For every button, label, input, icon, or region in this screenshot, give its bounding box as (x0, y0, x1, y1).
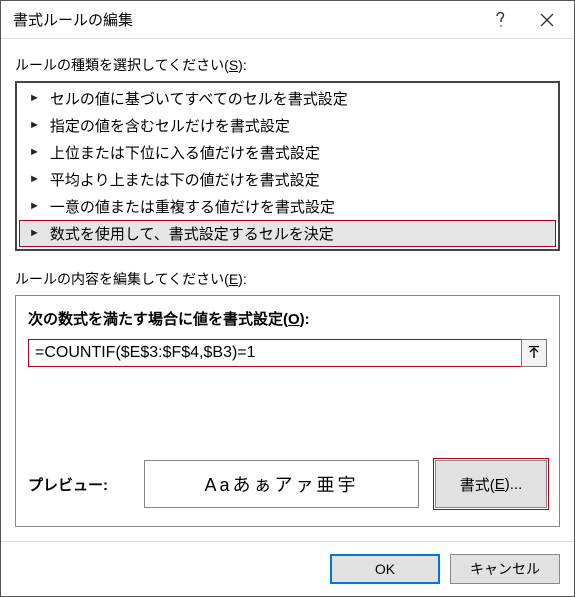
formula-input[interactable] (28, 339, 521, 367)
ok-button[interactable]: OK (330, 554, 440, 584)
play-icon: ► (29, 120, 40, 131)
play-icon: ► (29, 147, 40, 158)
help-button[interactable] (478, 2, 524, 38)
rule-type-item[interactable]: ► セルの値に基づいてすべてのセルを書式設定 (19, 85, 556, 112)
dialog-title: 書式ルールの編集 (13, 9, 478, 30)
rule-type-section-label: ルールの種類を選択してください(S): (15, 55, 560, 75)
rule-type-item-label: 一意の値または重複する値だけを書式設定 (50, 196, 335, 217)
rule-content-panel: 次の数式を満たす場合に値を書式設定(O): プレビュー: Aaあぁアァ亜宇 書式… (15, 295, 560, 527)
format-button[interactable]: 書式(E)... (435, 460, 547, 508)
rule-type-item-label: セルの値に基づいてすべてのセルを書式設定 (50, 88, 348, 109)
rule-type-list[interactable]: ► セルの値に基づいてすべてのセルを書式設定 ► 指定の値を含むセルだけを書式設定 ► 上… (15, 81, 560, 251)
play-icon: ► (29, 201, 40, 212)
rule-type-item[interactable]: ► 一意の値または重複する値だけを書式設定 (19, 193, 556, 220)
dialog-footer: OK キャンセル (1, 541, 574, 596)
play-icon: ► (29, 228, 40, 239)
preview-label: プレビュー: (28, 474, 128, 495)
rule-type-item[interactable]: ► 数式を使用して、書式設定するセルを決定 (19, 220, 556, 247)
rule-type-item-label: 平均より上または下の値だけを書式設定 (50, 169, 320, 190)
rule-type-item[interactable]: ► 平均より上または下の値だけを書式設定 (19, 166, 556, 193)
preview-sample: Aaあぁアァ亜宇 (144, 460, 419, 508)
cancel-button[interactable]: キャンセル (450, 554, 560, 584)
edit-format-rule-dialog: 書式ルールの編集 ルールの種類を選択してください(S): ► セルの値に基づいてす… (0, 0, 575, 597)
rule-type-item[interactable]: ► 上位または下位に入る値だけを書式設定 (19, 139, 556, 166)
rule-type-item-label: 数式を使用して、書式設定するセルを決定 (50, 223, 334, 244)
close-button[interactable] (524, 2, 570, 38)
titlebar: 書式ルールの編集 (1, 1, 574, 39)
rule-type-item[interactable]: ► 指定の値を含むセルだけを書式設定 (19, 112, 556, 139)
collapse-dialog-button[interactable] (521, 339, 547, 367)
preview-row: プレビュー: Aaあぁアァ亜宇 書式(E)... (28, 460, 547, 508)
formula-row (28, 339, 547, 367)
play-icon: ► (29, 93, 40, 104)
play-icon: ► (29, 174, 40, 185)
rule-type-item-label: 上位または下位に入る値だけを書式設定 (50, 142, 320, 163)
rule-type-item-label: 指定の値を含むセルだけを書式設定 (50, 115, 290, 136)
formula-label: 次の数式を満たす場合に値を書式設定(O): (28, 308, 547, 329)
rule-content-section-label: ルールの内容を編集してください(E): (15, 269, 560, 289)
